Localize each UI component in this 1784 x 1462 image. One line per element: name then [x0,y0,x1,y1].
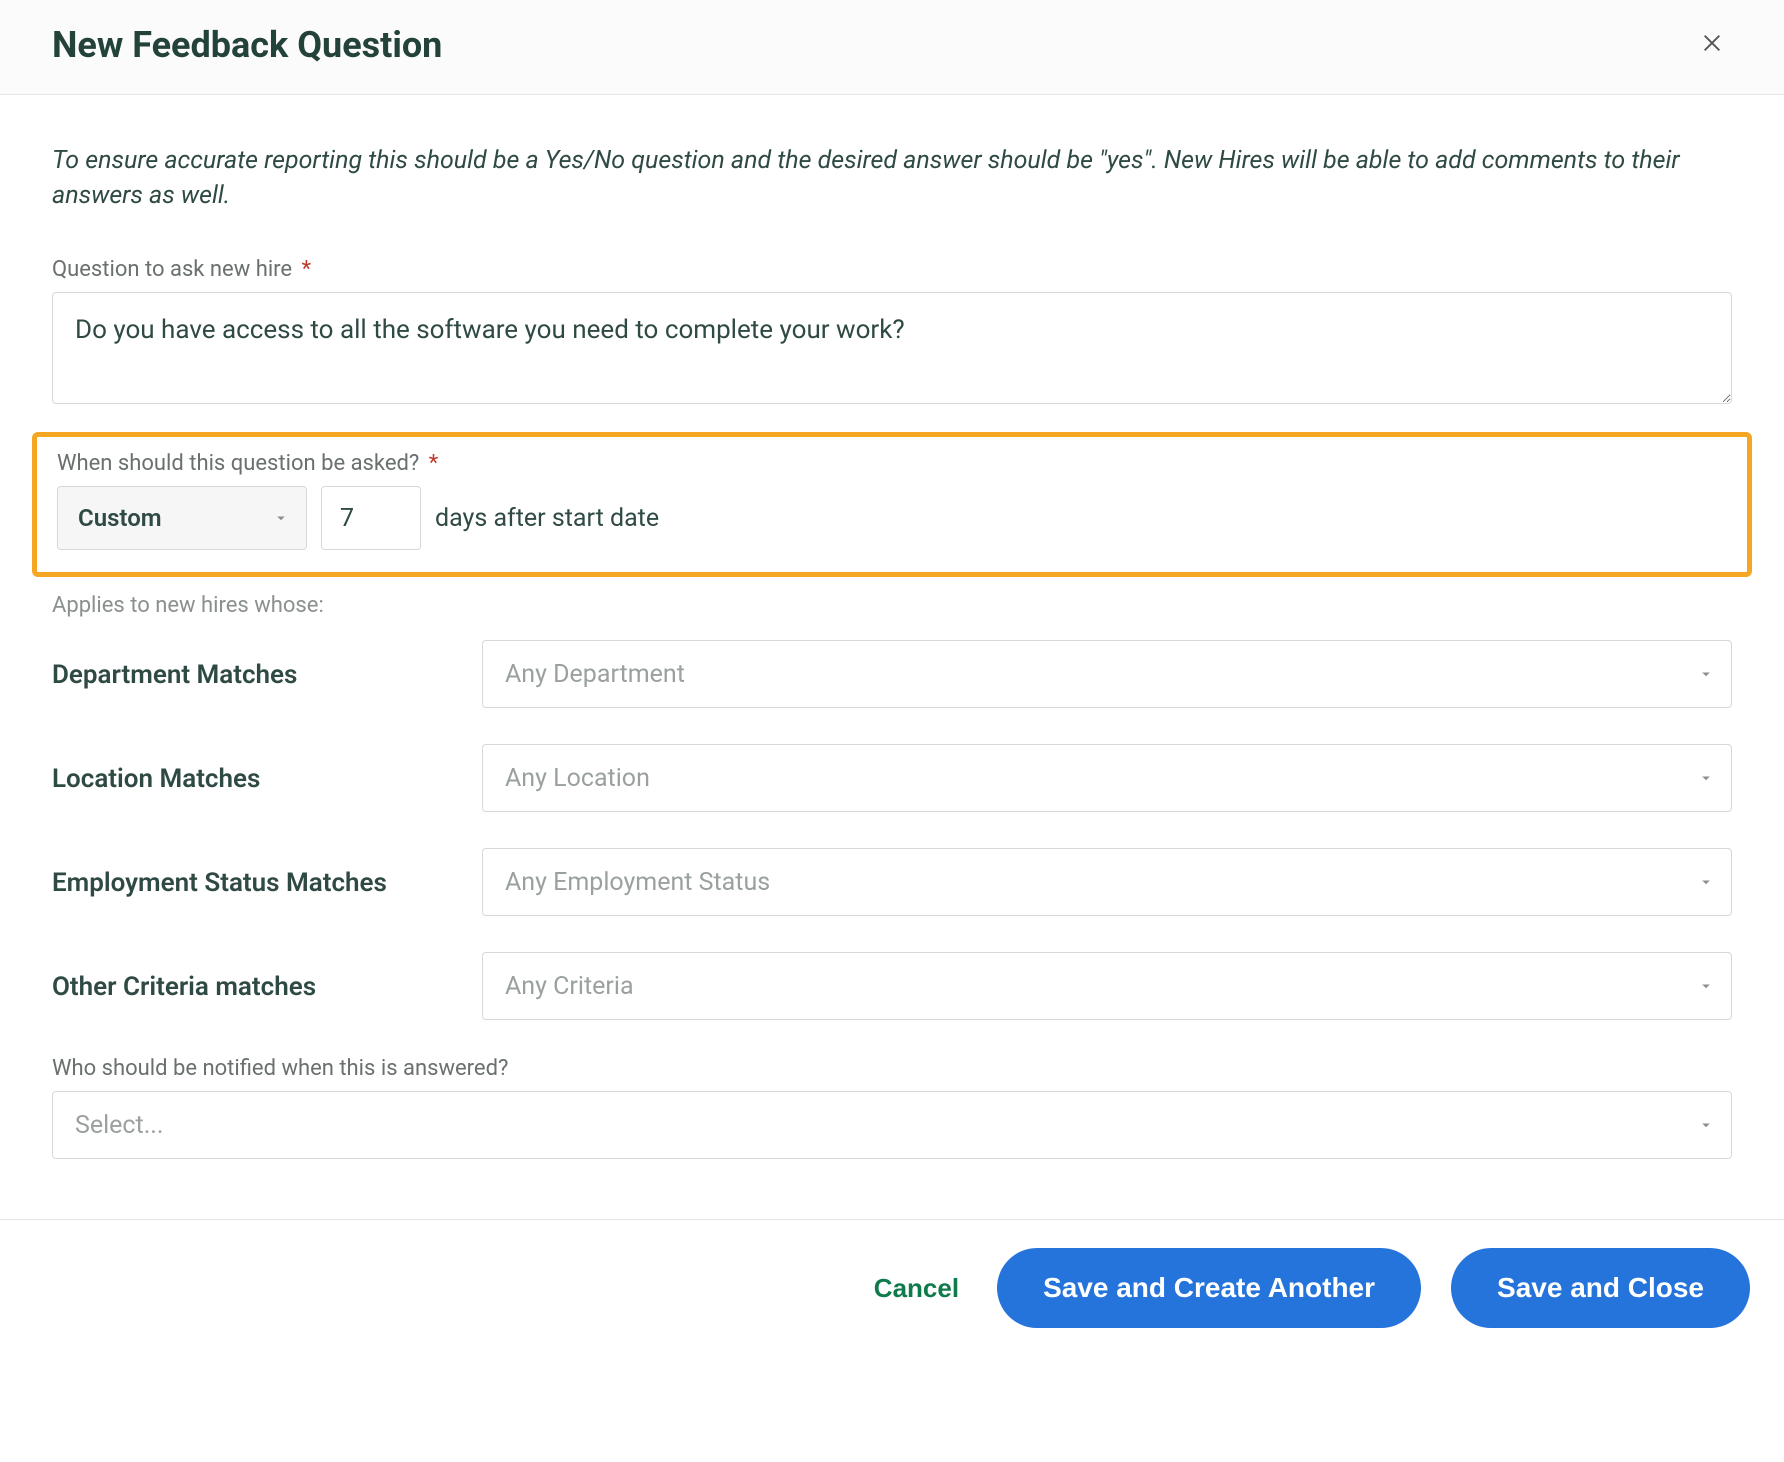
question-label: Question to ask new hire * [52,257,1732,282]
timing-section-highlighted: When should this question be asked? * Cu… [32,432,1752,577]
modal-body: To ensure accurate reporting this should… [0,95,1784,1219]
modal-title: New Feedback Question [52,24,442,66]
timing-label: When should this question be asked? * [57,451,1727,476]
new-feedback-question-modal: New Feedback Question To ensure accurate… [0,0,1784,1368]
save-and-create-another-button[interactable]: Save and Create Another [997,1248,1421,1328]
department-select[interactable]: Any Department [482,640,1732,708]
chevron-down-icon [1697,769,1715,787]
other-criteria-row: Other Criteria matches Any Criteria [52,952,1732,1020]
other-criteria-select[interactable]: Any Criteria [482,952,1732,1020]
help-text: To ensure accurate reporting this should… [52,143,1732,213]
required-indicator: * [302,257,311,282]
modal-footer: Cancel Save and Create Another Save and … [0,1219,1784,1368]
other-criteria-placeholder: Any Criteria [505,972,634,1001]
chevron-down-icon [1697,977,1715,995]
notify-section: Who should be notified when this is answ… [52,1056,1732,1159]
save-and-close-button[interactable]: Save and Close [1451,1248,1750,1328]
question-field: Question to ask new hire * [52,257,1732,408]
close-button[interactable] [1692,25,1732,65]
location-criteria-row: Location Matches Any Location [52,744,1732,812]
chevron-down-icon [1697,1116,1715,1134]
location-placeholder: Any Location [505,764,650,793]
employment-status-placeholder: Any Employment Status [505,868,770,897]
location-label: Location Matches [52,744,482,797]
timing-label-text: When should this question be asked? [57,451,419,476]
days-input[interactable] [321,486,421,550]
chevron-down-icon [272,509,290,527]
chevron-down-icon [1697,873,1715,891]
notify-select[interactable]: Select... [52,1091,1732,1159]
timing-type-value: Custom [78,504,162,532]
employment-status-criteria-row: Employment Status Matches Any Employment… [52,848,1732,916]
department-label: Department Matches [52,640,482,693]
employment-status-label: Employment Status Matches [52,848,482,901]
location-select[interactable]: Any Location [482,744,1732,812]
employment-status-select[interactable]: Any Employment Status [482,848,1732,916]
cancel-button[interactable]: Cancel [866,1263,967,1314]
chevron-down-icon [1697,665,1715,683]
timing-suffix: days after start date [435,504,659,533]
notify-label: Who should be notified when this is answ… [52,1056,1732,1081]
question-label-text: Question to ask new hire [52,257,292,282]
timing-row: Custom days after start date [57,486,1727,550]
notify-placeholder: Select... [75,1111,163,1140]
modal-header: New Feedback Question [0,0,1784,95]
required-indicator: * [429,451,438,476]
close-icon [1701,32,1723,58]
department-criteria-row: Department Matches Any Department [52,640,1732,708]
department-placeholder: Any Department [505,660,685,689]
timing-type-select[interactable]: Custom [57,486,307,550]
other-criteria-label: Other Criteria matches [52,952,482,1005]
question-input[interactable] [52,292,1732,404]
applies-to-label: Applies to new hires whose: [52,593,1732,618]
